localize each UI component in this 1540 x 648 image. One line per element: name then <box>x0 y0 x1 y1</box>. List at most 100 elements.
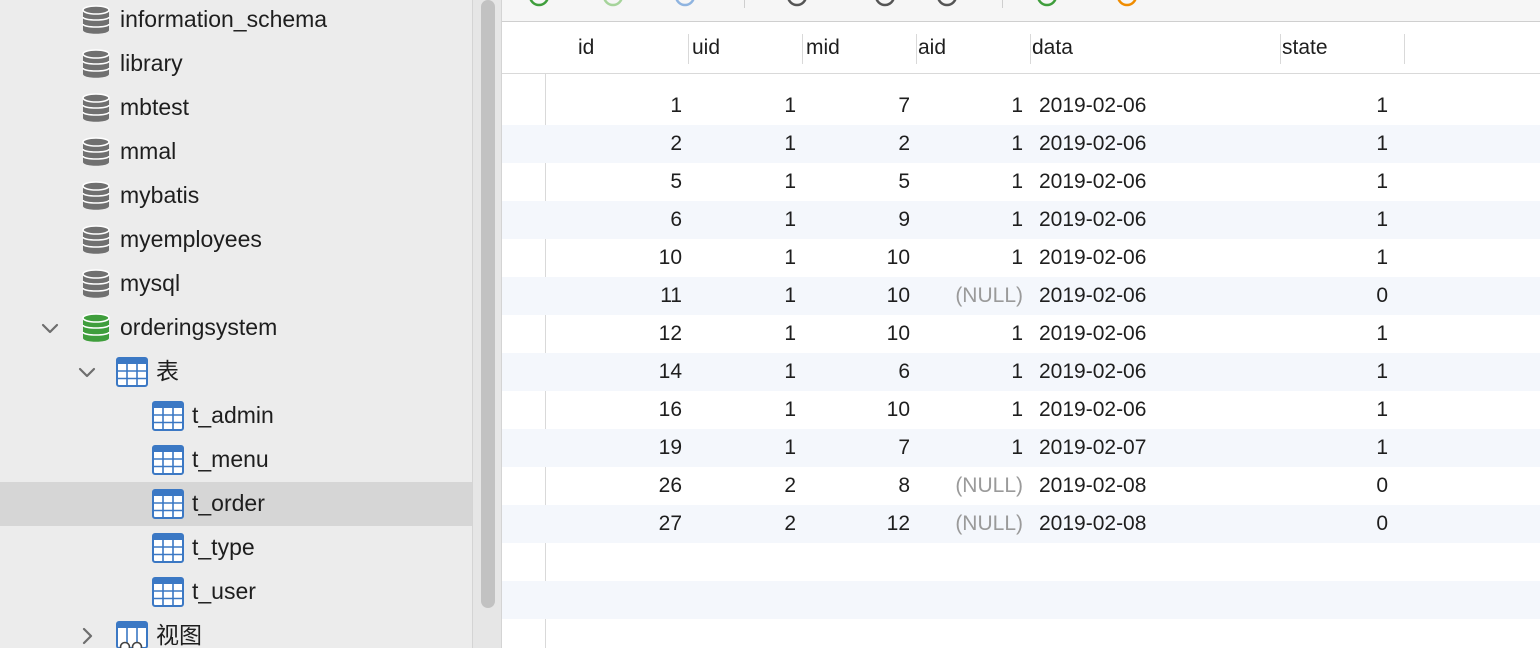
cell-mid[interactable]: 7 <box>804 429 910 467</box>
cell-data[interactable]: 2019-02-06 <box>1039 277 1146 315</box>
table-row[interactable]: 10 1 10 1 2019-02-06 1 <box>502 239 1540 277</box>
database-item-information_schema[interactable]: information_schema <box>0 0 472 42</box>
cell-state[interactable]: 0 <box>1282 505 1388 543</box>
refresh-lightgreen-icon[interactable] <box>598 0 628 8</box>
filter-icon[interactable] <box>932 0 962 8</box>
table-item-t_user[interactable]: t_user <box>0 570 472 614</box>
cell-id[interactable]: 10 <box>562 239 682 277</box>
cell-id[interactable]: 5 <box>562 163 682 201</box>
table-item-t_admin[interactable]: t_admin <box>0 394 472 438</box>
cell-mid[interactable]: 10 <box>804 315 910 353</box>
cell-mid[interactable]: 10 <box>804 277 910 315</box>
cell-state[interactable]: 1 <box>1282 429 1388 467</box>
cell-mid[interactable]: 5 <box>804 163 910 201</box>
cell-aid[interactable]: 1 <box>918 87 1023 125</box>
cell-mid[interactable]: 12 <box>804 505 910 543</box>
cell-mid[interactable]: 6 <box>804 353 910 391</box>
form-view-icon[interactable] <box>782 0 812 8</box>
table-row[interactable]: 2 1 2 1 2019-02-06 1 <box>502 125 1540 163</box>
database-item-mbtest[interactable]: mbtest <box>0 86 472 130</box>
sidebar-scrollbar[interactable] <box>472 0 502 648</box>
table-row[interactable]: 5 1 5 1 2019-02-06 1 <box>502 163 1540 201</box>
cell-aid[interactable]: 1 <box>918 163 1023 201</box>
cell-data[interactable]: 2019-02-08 <box>1039 505 1146 543</box>
cell-aid[interactable]: (NULL) <box>918 505 1023 543</box>
cell-mid[interactable]: 2 <box>804 125 910 163</box>
views-group[interactable]: 视图 <box>0 614 472 648</box>
column-header-id[interactable]: id <box>578 22 594 74</box>
cell-state[interactable]: 1 <box>1282 239 1388 277</box>
database-item-mysql[interactable]: mysql <box>0 262 472 306</box>
cell-data[interactable]: 2019-02-06 <box>1039 125 1146 163</box>
cell-uid[interactable]: 1 <box>690 87 796 125</box>
cell-state[interactable]: 1 <box>1282 125 1388 163</box>
cell-id[interactable]: 26 <box>562 467 682 505</box>
cell-aid[interactable]: 1 <box>918 353 1023 391</box>
table-row[interactable]: 6 1 9 1 2019-02-06 1 <box>502 201 1540 239</box>
cell-uid[interactable]: 1 <box>690 201 796 239</box>
cell-uid[interactable]: 1 <box>690 315 796 353</box>
table-row[interactable]: 14 1 6 1 2019-02-06 1 <box>502 353 1540 391</box>
cell-state[interactable]: 0 <box>1282 277 1388 315</box>
table-row[interactable]: 26 2 8 (NULL) 2019-02-08 0 <box>502 467 1540 505</box>
chevron-down-icon[interactable] <box>75 360 99 384</box>
cell-id[interactable]: 16 <box>562 391 682 429</box>
cell-uid[interactable]: 1 <box>690 163 796 201</box>
cell-uid[interactable]: 2 <box>690 505 796 543</box>
cell-state[interactable]: 1 <box>1282 315 1388 353</box>
cell-aid[interactable]: 1 <box>918 239 1023 277</box>
cell-data[interactable]: 2019-02-06 <box>1039 391 1146 429</box>
cell-id[interactable]: 11 <box>562 277 682 315</box>
cell-id[interactable]: 12 <box>562 315 682 353</box>
column-header-data[interactable]: data <box>1032 22 1073 74</box>
cell-uid[interactable]: 1 <box>690 277 796 315</box>
table-row[interactable]: 12 1 10 1 2019-02-06 1 <box>502 315 1540 353</box>
table-row[interactable]: 27 2 12 (NULL) 2019-02-08 0 <box>502 505 1540 543</box>
table-item-t_menu[interactable]: t_menu <box>0 438 472 482</box>
refresh-blue-icon[interactable] <box>670 0 700 8</box>
cell-uid[interactable]: 1 <box>690 429 796 467</box>
column-resize-handle[interactable] <box>1030 34 1031 64</box>
column-header-mid[interactable]: mid <box>806 22 840 74</box>
export-icon[interactable] <box>1112 0 1142 8</box>
cell-aid[interactable]: 1 <box>918 201 1023 239</box>
cell-aid[interactable]: 1 <box>918 391 1023 429</box>
cell-uid[interactable]: 2 <box>690 467 796 505</box>
data-grid[interactable]: id uid mid aid data state 1 1 7 1 2019-02-06 1 2 1 2 1… <box>502 22 1540 648</box>
table-row[interactable]: 16 1 10 1 2019-02-06 1 <box>502 391 1540 429</box>
cell-aid[interactable]: 1 <box>918 315 1023 353</box>
column-header-aid[interactable]: aid <box>918 22 946 74</box>
cell-uid[interactable]: 1 <box>690 239 796 277</box>
column-resize-handle[interactable] <box>1404 34 1405 64</box>
cell-data[interactable]: 2019-02-06 <box>1039 163 1146 201</box>
cell-state[interactable]: 1 <box>1282 391 1388 429</box>
cell-aid[interactable]: (NULL) <box>918 277 1023 315</box>
cell-id[interactable]: 19 <box>562 429 682 467</box>
cell-mid[interactable]: 8 <box>804 467 910 505</box>
cell-mid[interactable]: 7 <box>804 87 910 125</box>
cell-uid[interactable]: 1 <box>690 125 796 163</box>
cell-data[interactable]: 2019-02-06 <box>1039 353 1146 391</box>
table-item-t_order[interactable]: t_order <box>0 482 472 526</box>
refresh-green-icon[interactable] <box>524 0 554 8</box>
database-item-mybatis[interactable]: mybatis <box>0 174 472 218</box>
cell-state[interactable]: 1 <box>1282 87 1388 125</box>
cell-state[interactable]: 1 <box>1282 353 1388 391</box>
cell-aid[interactable]: 1 <box>918 429 1023 467</box>
chevron-down-icon[interactable] <box>38 316 62 340</box>
table-row[interactable]: 1 1 7 1 2019-02-06 1 <box>502 87 1540 125</box>
cell-data[interactable]: 2019-02-06 <box>1039 87 1146 125</box>
database-item-orderingsystem[interactable]: orderingsystem <box>0 306 472 350</box>
column-header-uid[interactable]: uid <box>692 22 720 74</box>
table-row[interactable]: 19 1 7 1 2019-02-07 1 <box>502 429 1540 467</box>
tables-group[interactable]: 表 <box>0 350 472 394</box>
column-resize-handle[interactable] <box>688 34 689 64</box>
cell-mid[interactable]: 10 <box>804 391 910 429</box>
column-resize-handle[interactable] <box>1280 34 1281 64</box>
cell-aid[interactable]: (NULL) <box>918 467 1023 505</box>
sidebar-scrollbar-thumb[interactable] <box>481 0 495 608</box>
cell-id[interactable]: 14 <box>562 353 682 391</box>
cell-state[interactable]: 1 <box>1282 201 1388 239</box>
cell-data[interactable]: 2019-02-06 <box>1039 239 1146 277</box>
database-item-mmal[interactable]: mmal <box>0 130 472 174</box>
